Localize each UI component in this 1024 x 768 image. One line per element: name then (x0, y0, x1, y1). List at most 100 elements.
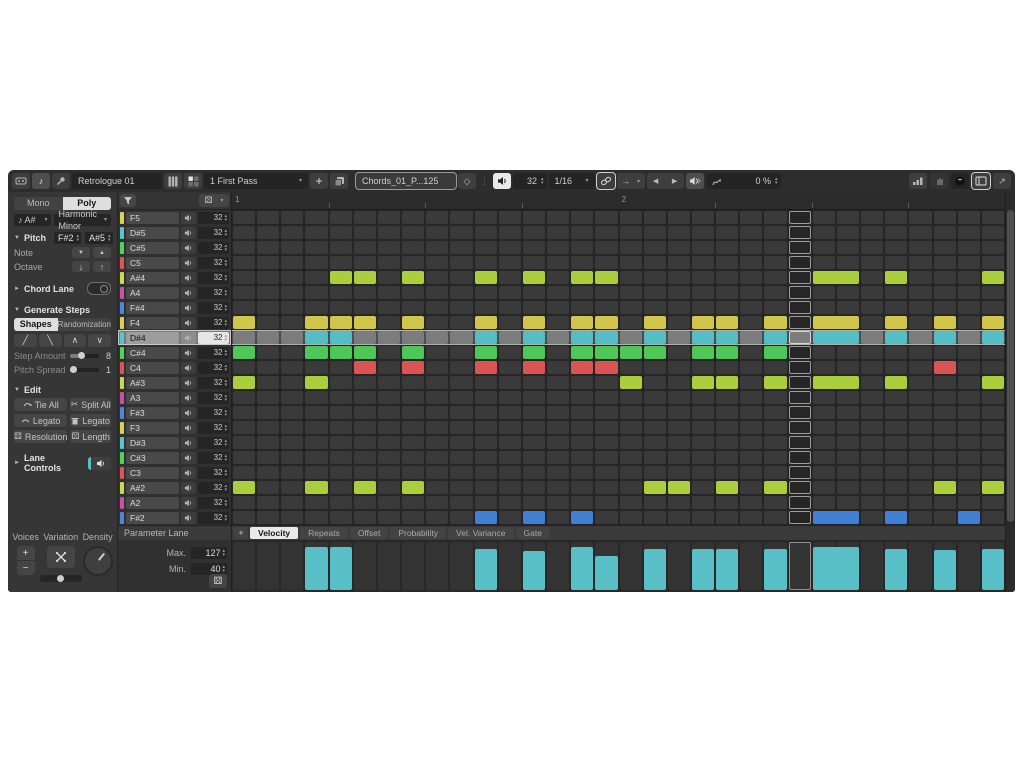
note-cell[interactable] (523, 271, 545, 284)
lane-name[interactable]: F#3 (126, 407, 179, 419)
step-cell[interactable] (281, 436, 303, 449)
step-cell[interactable] (233, 451, 255, 464)
lane-name[interactable]: C#4 (126, 347, 179, 359)
step-cell[interactable] (764, 241, 786, 254)
note-cell[interactable] (982, 331, 1004, 344)
lane-item-A#2[interactable]: A#2 32 ▴▾ (118, 480, 231, 495)
step-cell[interactable] (305, 466, 327, 479)
step-cell[interactable] (523, 406, 545, 419)
step-cell[interactable] (523, 391, 545, 404)
step-cell[interactable] (934, 451, 956, 464)
playhead-cell[interactable] (789, 436, 811, 449)
lane-name[interactable]: F#4 (126, 302, 179, 314)
step-cell[interactable] (764, 496, 786, 509)
step-cell[interactable] (281, 466, 303, 479)
lane-mute-button[interactable] (181, 452, 196, 464)
note-cell[interactable] (885, 376, 907, 389)
filter-button[interactable] (120, 194, 136, 207)
lane-steps-spinner[interactable]: 32 ▴▾ (198, 467, 229, 479)
step-cell[interactable] (378, 421, 400, 434)
step-cell[interactable] (257, 346, 279, 359)
velocity-bar[interactable] (934, 550, 956, 590)
step-cell[interactable] (716, 301, 738, 314)
step-cell[interactable] (523, 256, 545, 269)
step-cell[interactable] (644, 361, 666, 374)
lane-name[interactable]: C#3 (126, 452, 179, 464)
step-cell[interactable] (305, 211, 327, 224)
playhead-cell[interactable] (789, 331, 811, 344)
step-cell[interactable] (668, 466, 690, 479)
step-cell[interactable] (644, 301, 666, 314)
step-cell[interactable] (668, 391, 690, 404)
playhead-cell[interactable] (789, 376, 811, 389)
audition-button[interactable] (493, 173, 511, 189)
step-cell[interactable] (958, 331, 980, 344)
lane-item-F3[interactable]: F3 32 ▴▾ (118, 420, 231, 435)
note-cell[interactable] (571, 346, 593, 359)
step-cell[interactable] (982, 436, 1004, 449)
velocity-bar[interactable] (330, 547, 352, 590)
note-cell[interactable] (692, 346, 714, 359)
step-cell[interactable] (499, 241, 521, 254)
step-cell[interactable] (837, 496, 859, 509)
step-cell[interactable] (668, 361, 690, 374)
step-cell[interactable] (716, 256, 738, 269)
lane-name[interactable]: A3 (126, 392, 179, 404)
step-cell[interactable] (475, 496, 497, 509)
step-cell[interactable] (281, 241, 303, 254)
step-cell[interactable] (716, 211, 738, 224)
step-cell[interactable] (644, 271, 666, 284)
step-cell[interactable] (378, 256, 400, 269)
step-cell[interactable] (934, 376, 956, 389)
step-cell[interactable] (547, 256, 569, 269)
step-cell[interactable] (330, 466, 352, 479)
step-cell[interactable] (861, 316, 883, 329)
step-cell[interactable] (402, 211, 424, 224)
step-cell[interactable] (885, 361, 907, 374)
lane-mute-button[interactable] (181, 272, 196, 284)
step-cell[interactable] (595, 451, 617, 464)
step-cell[interactable] (547, 301, 569, 314)
monitor-button[interactable] (686, 173, 704, 189)
lane-item-C#5[interactable]: C#5 32 ▴▾ (118, 240, 231, 255)
velocity-slot[interactable] (233, 542, 255, 590)
step-cell[interactable] (378, 316, 400, 329)
step-cell[interactable] (378, 406, 400, 419)
step-cell[interactable] (909, 466, 931, 479)
step-cell[interactable] (909, 316, 931, 329)
step-cell[interactable] (909, 376, 931, 389)
step-cell[interactable] (378, 301, 400, 314)
note-cell[interactable] (571, 331, 593, 344)
step-cell[interactable] (378, 286, 400, 299)
step-cell[interactable] (378, 481, 400, 494)
note-cell[interactable] (523, 511, 545, 524)
lane-name[interactable]: C3 (126, 467, 179, 479)
step-cell[interactable] (982, 406, 1004, 419)
step-cell[interactable] (499, 496, 521, 509)
shape-rise-button[interactable]: ╱ (14, 334, 37, 347)
step-cell[interactable] (740, 211, 762, 224)
step-cell[interactable] (885, 436, 907, 449)
step-cell[interactable] (233, 241, 255, 254)
step-cell[interactable] (426, 436, 448, 449)
pin-button[interactable] (52, 173, 70, 189)
step-cell[interactable] (885, 451, 907, 464)
step-cell[interactable] (692, 511, 714, 524)
step-cell[interactable] (740, 391, 762, 404)
step-cell[interactable] (354, 511, 376, 524)
note-cell[interactable] (764, 331, 786, 344)
step-cell[interactable] (644, 511, 666, 524)
step-cell[interactable] (716, 451, 738, 464)
step-cell[interactable] (281, 271, 303, 284)
step-cell[interactable] (934, 241, 956, 254)
playhead-cell[interactable] (789, 451, 811, 464)
step-cell[interactable] (982, 256, 1004, 269)
note-cell[interactable] (305, 376, 327, 389)
step-cell[interactable] (668, 316, 690, 329)
step-cell[interactable] (281, 286, 303, 299)
velocity-slot[interactable] (378, 542, 400, 590)
note-cell[interactable] (644, 316, 666, 329)
step-cell[interactable] (571, 451, 593, 464)
step-cell[interactable] (426, 481, 448, 494)
step-cell[interactable] (861, 241, 883, 254)
